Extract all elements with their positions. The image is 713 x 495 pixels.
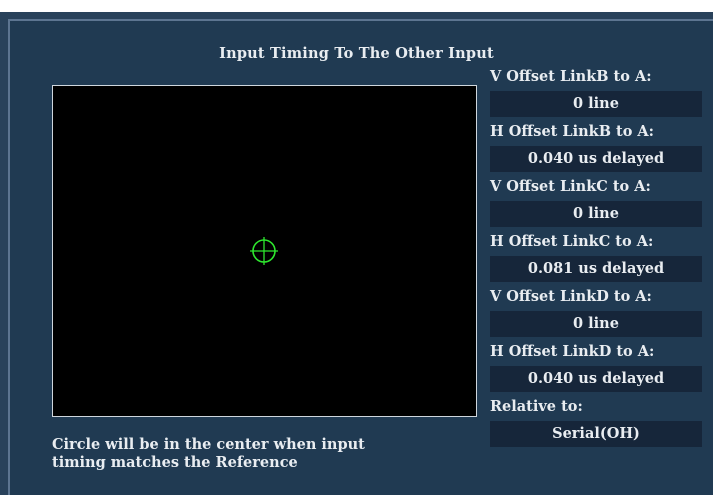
h-offset-linkd-value: 0.040 us delayed (490, 366, 702, 392)
h-offset-linkc-value: 0.081 us delayed (490, 256, 702, 282)
h-offset-linkb-value: 0.040 us delayed (490, 146, 702, 172)
offset-info-list: V Offset LinkB to A: 0 line H Offset Lin… (490, 66, 702, 451)
h-offset-linkd-label: H Offset LinkD to A: (490, 343, 655, 360)
window-top-strip (0, 0, 713, 12)
crosshair-circle-icon (250, 237, 278, 265)
v-offset-linkb-value: 0 line (490, 91, 702, 117)
relative-to-value: Serial(OH) (490, 421, 702, 447)
v-offset-linkd-value: 0 line (490, 311, 702, 337)
panel-title: Input Timing To The Other Input (219, 45, 494, 62)
v-offset-linkc-value: 0 line (490, 201, 702, 227)
timing-note-line1: Circle will be in the center when input (52, 436, 365, 453)
h-offset-linkb-label: H Offset LinkB to A: (490, 123, 655, 140)
h-offset-linkc-label: H Offset LinkC to A: (490, 233, 654, 250)
v-offset-linkb-label: V Offset LinkB to A: (490, 68, 652, 85)
v-offset-linkc-label: V Offset LinkC to A: (490, 178, 651, 195)
timing-note-line2: timing matches the Reference (52, 454, 298, 471)
relative-to-label: Relative to: (490, 398, 583, 415)
v-offset-linkd-label: V Offset LinkD to A: (490, 288, 652, 305)
timing-note: Circle will be in the center when input … (52, 436, 452, 472)
